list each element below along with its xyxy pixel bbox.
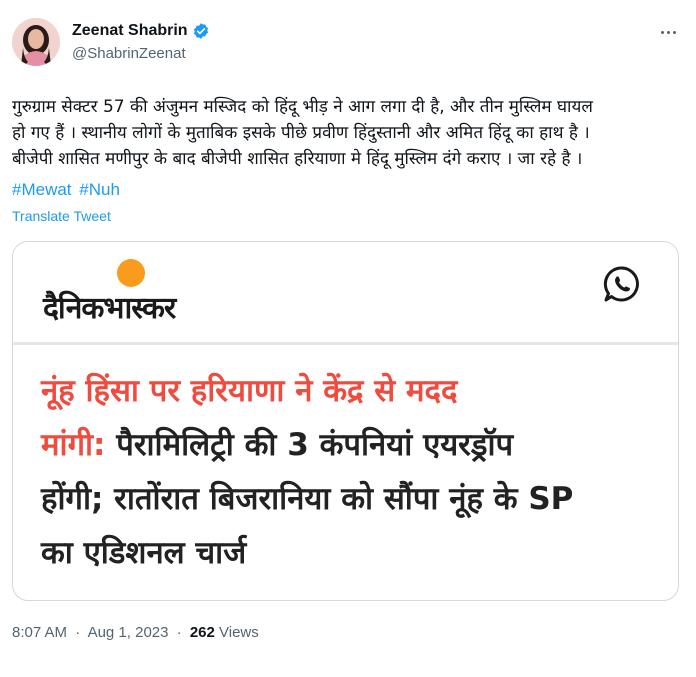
user-names: Zeenat Shabrin @ShabrinZeenat <box>72 20 210 62</box>
headline-line: होंगी; रातोंरात बिजरानिया को सौंपा नूंह … <box>41 472 661 526</box>
headline-red-text: नूंह हिंसा पर हरियाणा ने केंद्र से मदद <box>41 373 458 409</box>
headline-line: नूंह हिंसा पर हरियाणा ने केंद्र से मदद <box>41 364 661 418</box>
display-name-row: Zeenat Shabrin <box>72 20 210 42</box>
more-dot <box>666 30 670 34</box>
card-header: दैनिकभास्कर <box>13 242 678 340</box>
tweet-header: Zeenat Shabrin @ShabrinZeenat <box>12 18 684 70</box>
avatar[interactable] <box>12 18 60 66</box>
tweet-date[interactable]: Aug 1, 2023 <box>88 624 169 641</box>
whatsapp-icon <box>603 266 639 302</box>
headline-text: होंगी; रातोंरात बिजरानिया को सौंपा नूंह … <box>41 481 574 517</box>
link-card[interactable]: दैनिकभास्कर नूंह हिंसा पर हरियाणा ने कें… <box>12 241 679 601</box>
bhaskar-logo: दैनिकभास्कर <box>43 291 176 326</box>
hashtag-link[interactable]: #Mewat <box>12 180 72 199</box>
more-dot <box>660 30 664 34</box>
bhaskar-sun-logo-icon <box>117 259 145 287</box>
hashtags: #Mewat #Nuh <box>12 177 123 203</box>
hashtag-link[interactable]: #Nuh <box>79 180 120 199</box>
headline-text: पैरामिलिट्री की 3 कंपनियां एयरड्रॉप <box>105 427 514 463</box>
more-dot <box>672 30 676 34</box>
headline-line: मांगी: पैरामिलिट्री की 3 कंपनियां एयरड्र… <box>41 418 661 472</box>
tweet-time[interactable]: 8:07 AM <box>12 624 67 641</box>
avatar-image <box>12 18 60 66</box>
card-divider <box>13 342 678 345</box>
display-name[interactable]: Zeenat Shabrin <box>72 22 188 40</box>
tweet-text-line: हो गए हैं । स्थानीय लोगों के मुताबिक इसक… <box>12 123 590 143</box>
tweet-text: गुरुग्राम सेक्टर 57 की अंजुमन मस्जिद को … <box>12 94 684 172</box>
meta-separator: · <box>75 624 81 641</box>
tweet-text-line: बीजेपी शासित मणीपुर के बाद बीजेपी शासित … <box>12 149 583 169</box>
headline-line: का एडिशनल चार्ज <box>41 526 661 580</box>
card-headline: नूंह हिंसा पर हरियाणा ने केंद्र से मदद म… <box>41 364 661 580</box>
tweet-text-line: गुरुग्राम सेक्टर 57 की अंजुमन मस्जिद को … <box>12 97 593 117</box>
verified-badge-icon[interactable] <box>192 22 210 40</box>
headline-red-text: मांगी: <box>41 427 106 463</box>
views-count[interactable]: 262 <box>190 624 215 641</box>
views-label: Views <box>219 624 259 641</box>
more-dots-icon[interactable] <box>656 22 680 42</box>
headline-text: का एडिशनल चार्ज <box>41 535 247 571</box>
tweet-meta: 8:07 AM · Aug 1, 2023 · 262 Views <box>12 624 259 641</box>
translate-tweet-link[interactable]: Translate Tweet <box>12 208 111 224</box>
handle[interactable]: @ShabrinZeenat <box>72 45 210 62</box>
meta-separator: · <box>176 624 182 641</box>
tweet: Zeenat Shabrin @ShabrinZeenat गुरुग्राम … <box>0 0 696 677</box>
